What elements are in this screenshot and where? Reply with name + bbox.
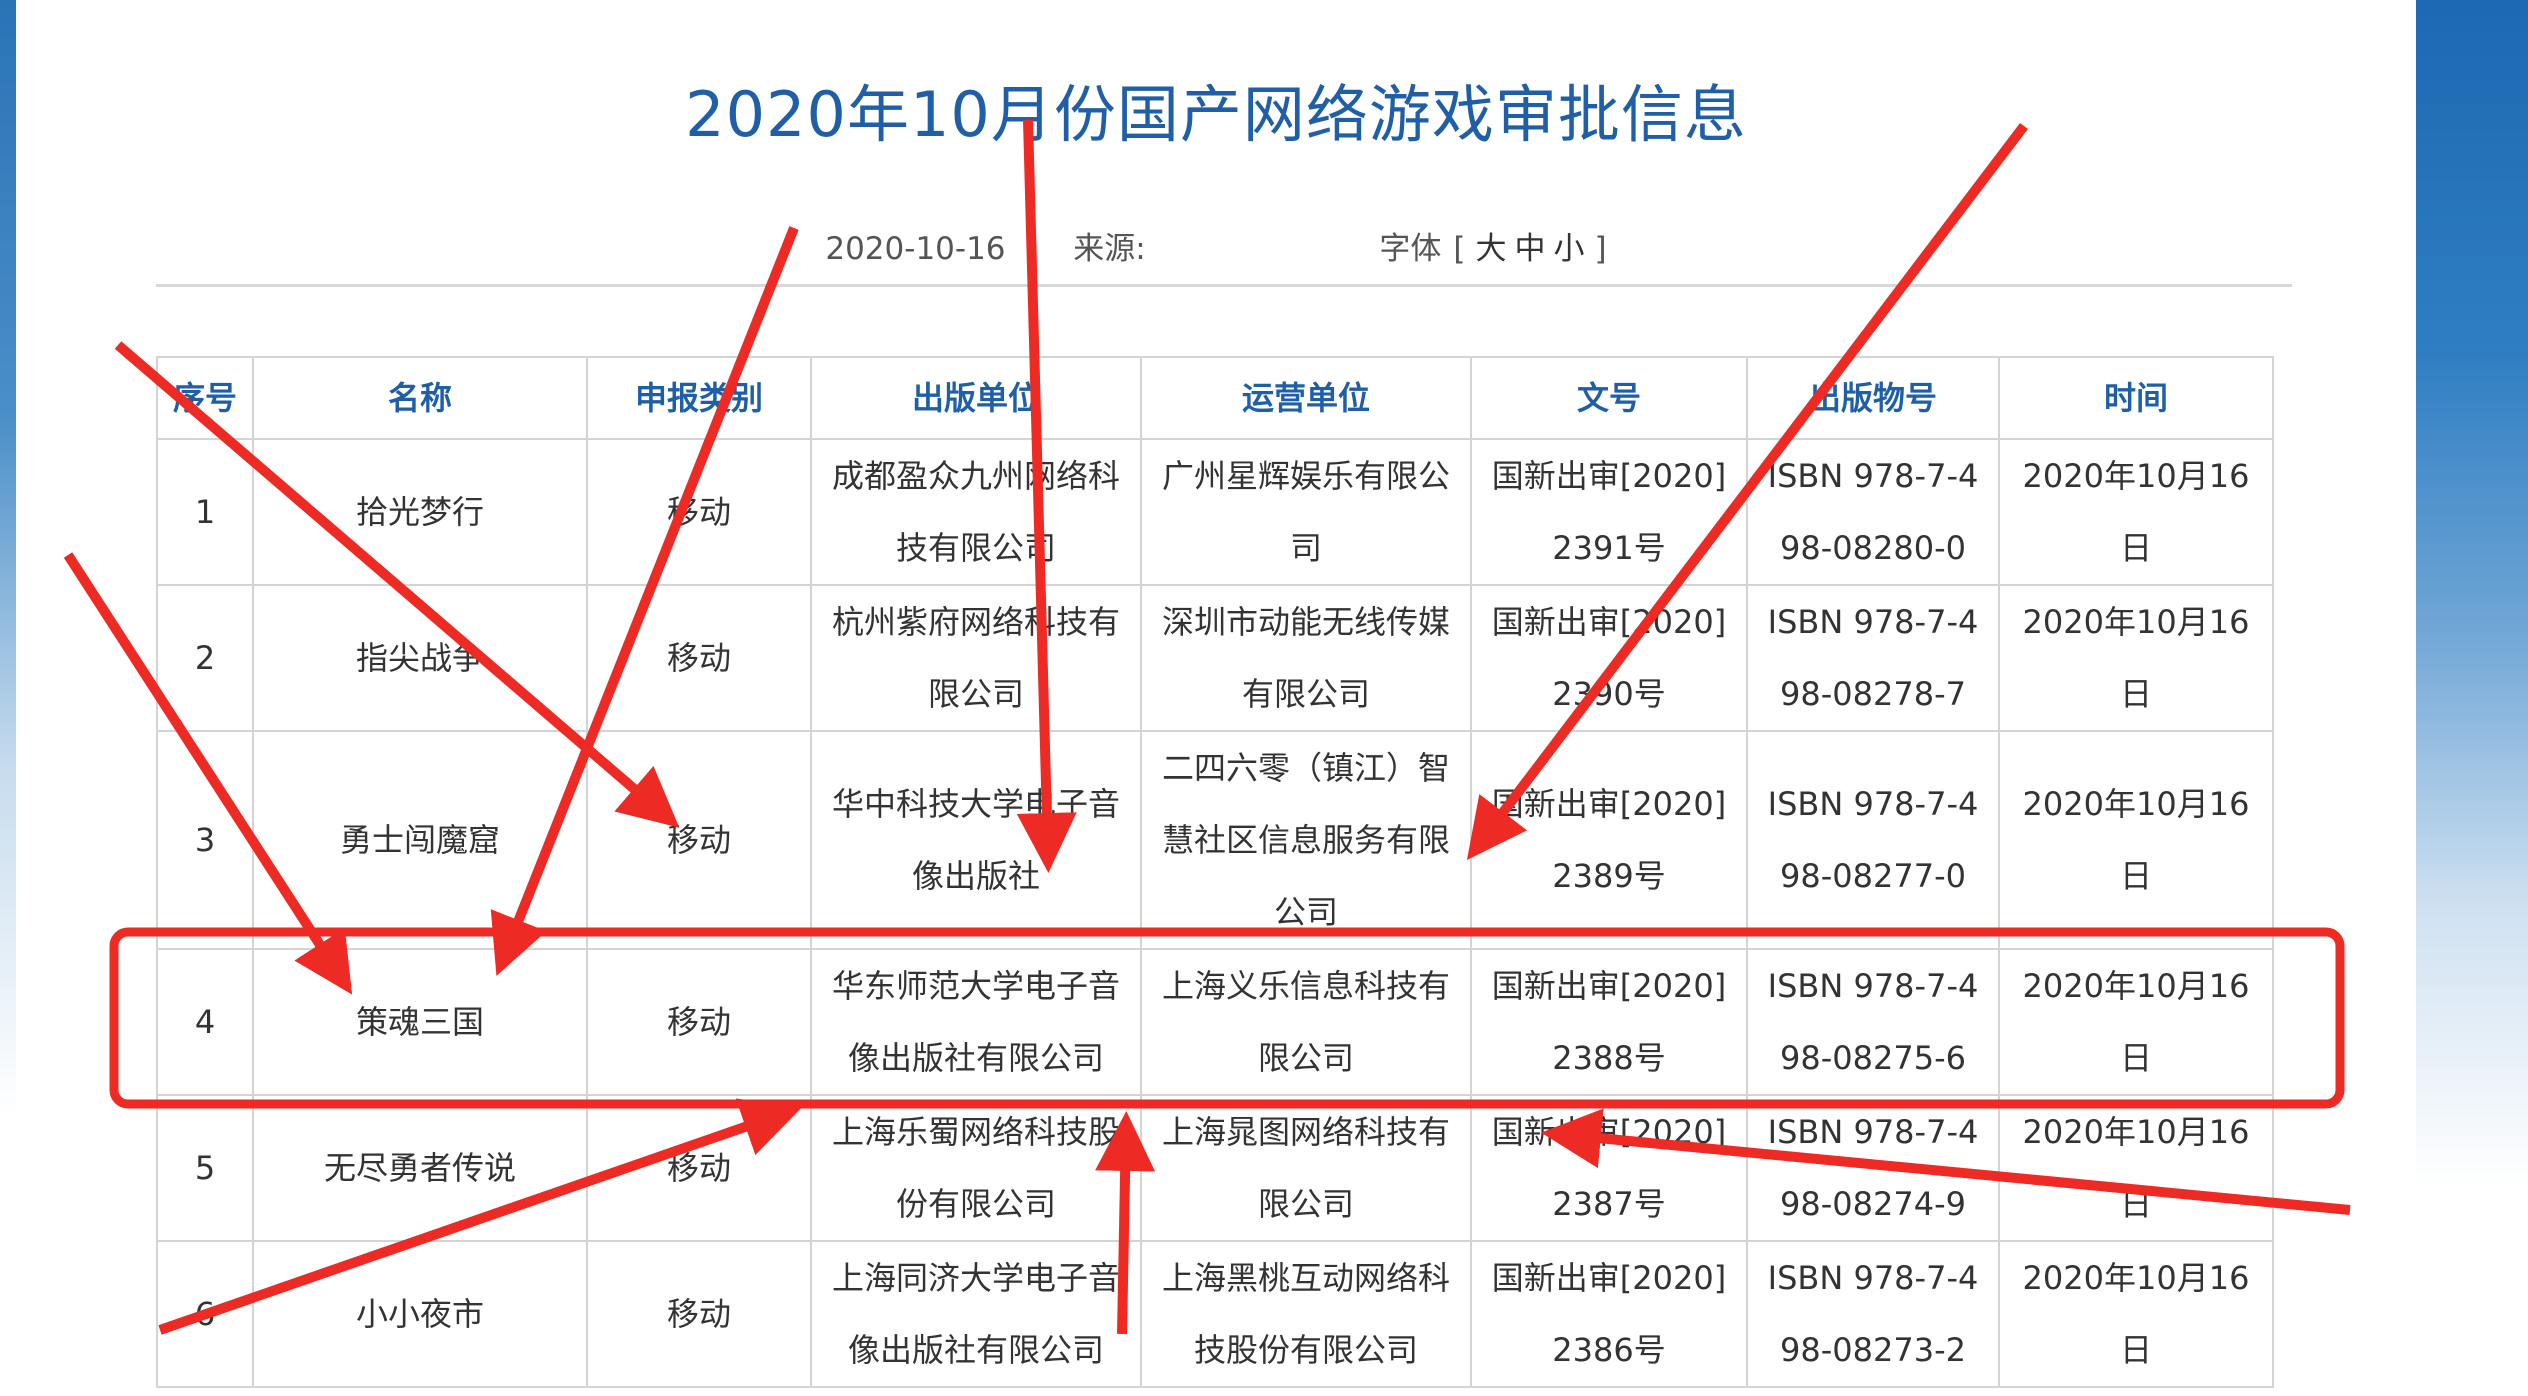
cell-isbn: ISBN 978-7-498-08275-6 [1746, 948, 2000, 1096]
cell-index: 4 [156, 948, 254, 1096]
cell-isbn: ISBN 978-7-498-08277-0 [1746, 730, 2000, 950]
font-bracket-open: [ [1453, 231, 1466, 267]
publish-date: 2020-10-16 [825, 231, 1006, 267]
table-row: 2 指尖战争 移动 杭州紫府网络科技有限公司 深圳市动能无线传媒有限公司 国新出审[202… [156, 584, 2274, 732]
cell-isbn: ISBN 978-7-498-08273-2 [1746, 1240, 2000, 1388]
cell-index: 2 [156, 584, 254, 732]
header-name: 名称 [252, 356, 588, 440]
cell-publisher: 上海同济大学电子音像出版社有限公司 [810, 1240, 1142, 1388]
cell-category: 移动 [586, 730, 812, 950]
cell-operator: 上海义乐信息科技有限公司 [1140, 948, 1472, 1096]
cell-document-number: 国新出审[2020]2388号 [1470, 948, 1748, 1096]
cell-name: 策魂三国 [252, 948, 588, 1096]
cell-name: 拾光梦行 [252, 438, 588, 586]
right-page-frame [2416, 0, 2528, 1396]
table-body: 1 拾光梦行 移动 成都盈众九州网络科技有限公司 广州星辉娱乐有限公司 国新出审[2020… [156, 438, 2274, 1388]
cell-document-number: 国新出审[2020]2386号 [1470, 1240, 1748, 1388]
table-row: 5 无尽勇者传说 移动 上海乐蜀网络科技股份有限公司 上海晁图网络科技有限公司 国新出审[… [156, 1094, 2274, 1242]
cell-category: 移动 [586, 438, 812, 586]
cell-operator: 广州星辉娱乐有限公司 [1140, 438, 1472, 586]
cell-document-number: 国新出审[2020]2387号 [1470, 1094, 1748, 1242]
font-size-medium-button[interactable]: 中 [1515, 231, 1546, 267]
cell-date: 2020年10月16日 [1998, 948, 2274, 1096]
cell-name: 勇士闯魔窟 [252, 730, 588, 950]
cell-document-number: 国新出审[2020]2390号 [1470, 584, 1748, 732]
cell-category: 移动 [586, 584, 812, 732]
cell-operator: 上海晁图网络科技有限公司 [1140, 1094, 1472, 1242]
cell-index: 3 [156, 730, 254, 950]
cell-date: 2020年10月16日 [1998, 1240, 2274, 1388]
cell-date: 2020年10月16日 [1998, 730, 2274, 950]
table-header-row: 序号 名称 申报类别 出版单位 运营单位 文号 出版物号 时间 [156, 356, 2274, 440]
cell-category: 移动 [586, 1240, 812, 1388]
table-row: 3 勇士闯魔窟 移动 华中科技大学电子音像出版社 二四六零（镇江）智慧社区信息服务有限公… [156, 730, 2274, 950]
cell-publisher: 杭州紫府网络科技有限公司 [810, 584, 1142, 732]
cell-isbn: ISBN 978-7-498-08280-0 [1746, 438, 2000, 586]
header-operator: 运营单位 [1140, 356, 1472, 440]
table-row: 6 小小夜市 移动 上海同济大学电子音像出版社有限公司 上海黑桃互动网络科技股份有限公司… [156, 1240, 2274, 1388]
source-label: 来源: [1073, 231, 1146, 267]
header-isbn: 出版物号 [1746, 356, 2000, 440]
cell-operator: 深圳市动能无线传媒有限公司 [1140, 584, 1472, 732]
cell-category: 移动 [586, 1094, 812, 1242]
cell-operator: 上海黑桃互动网络科技股份有限公司 [1140, 1240, 1472, 1388]
cell-name: 指尖战争 [252, 584, 588, 732]
header-index: 序号 [156, 356, 254, 440]
article-content: 2020年10月份国产网络游戏审批信息 2020-10-16 来源: 字体 [ 大中… [16, 0, 2416, 1396]
cell-publisher: 上海乐蜀网络科技股份有限公司 [810, 1094, 1142, 1242]
header-date: 时间 [1998, 356, 2274, 440]
cell-isbn: ISBN 978-7-498-08278-7 [1746, 584, 2000, 732]
page-title: 2020年10月份国产网络游戏审批信息 [685, 78, 1747, 151]
cell-category: 移动 [586, 948, 812, 1096]
cell-index: 1 [156, 438, 254, 586]
cell-document-number: 国新出审[2020]2391号 [1470, 438, 1748, 586]
header-publisher: 出版单位 [810, 356, 1142, 440]
article-meta: 2020-10-16 来源: 字体 [ 大中小] [16, 226, 2416, 272]
table-row: 1 拾光梦行 移动 成都盈众九州网络科技有限公司 广州星辉娱乐有限公司 国新出审[2020… [156, 438, 2274, 586]
font-size-large-button[interactable]: 大 [1476, 231, 1507, 267]
header-category: 申报类别 [586, 356, 812, 440]
table-row: 4 策魂三国 移动 华东师范大学电子音像出版社有限公司 上海义乐信息科技有限公司 国新出审… [156, 948, 2274, 1096]
font-size-small-button[interactable]: 小 [1554, 231, 1585, 267]
cell-index: 6 [156, 1240, 254, 1388]
cell-operator: 二四六零（镇江）智慧社区信息服务有限公司 [1140, 730, 1472, 950]
cell-date: 2020年10月16日 [1998, 438, 2274, 586]
cell-name: 小小夜市 [252, 1240, 588, 1388]
cell-name: 无尽勇者传说 [252, 1094, 588, 1242]
cell-isbn: ISBN 978-7-498-08274-9 [1746, 1094, 2000, 1242]
font-size-label: 字体 [1379, 231, 1442, 267]
header-divider [156, 284, 2292, 287]
cell-publisher: 成都盈众九州网络科技有限公司 [810, 438, 1142, 586]
header-document-number: 文号 [1470, 356, 1748, 440]
left-page-frame [0, 0, 16, 1396]
cell-publisher: 华中科技大学电子音像出版社 [810, 730, 1142, 950]
cell-date: 2020年10月16日 [1998, 1094, 2274, 1242]
approval-table: 序号 名称 申报类别 出版单位 运营单位 文号 出版物号 时间 1 拾光梦行 移动成… [156, 356, 2274, 1388]
cell-document-number: 国新出审[2020]2389号 [1470, 730, 1748, 950]
cell-publisher: 华东师范大学电子音像出版社有限公司 [810, 948, 1142, 1096]
font-bracket-close: ] [1594, 231, 1607, 267]
cell-index: 5 [156, 1094, 254, 1242]
cell-date: 2020年10月16日 [1998, 584, 2274, 732]
